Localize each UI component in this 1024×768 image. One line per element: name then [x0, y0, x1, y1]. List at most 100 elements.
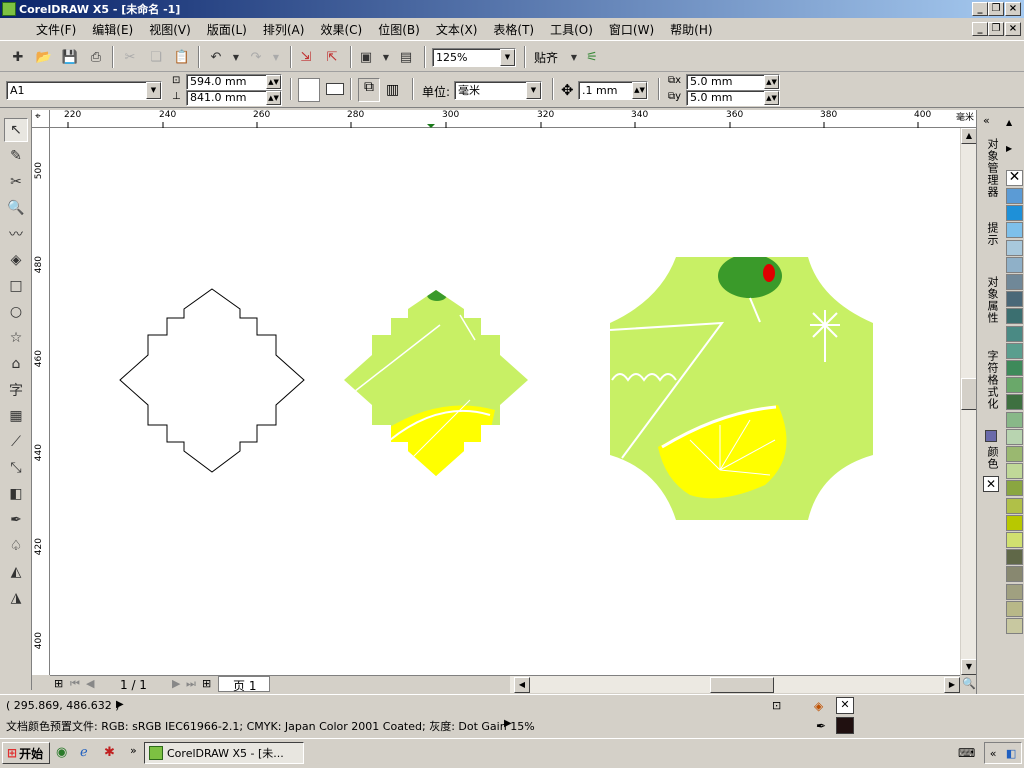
snap-to-button[interactable]: 贴齐 — [534, 49, 558, 66]
redo-icon[interactable]: ↷ — [246, 47, 266, 67]
color-swatch[interactable] — [1006, 394, 1023, 411]
cut-icon[interactable]: ✂ — [120, 47, 140, 67]
color-swatch[interactable] — [1006, 342, 1023, 359]
rectangle-tool-icon[interactable]: □ — [4, 274, 28, 298]
start-button[interactable]: ⊞ 开始 — [2, 742, 50, 764]
menu-help[interactable]: 帮助(H) — [662, 21, 720, 38]
freehand-tool-icon[interactable]: 〰 — [4, 222, 28, 246]
zoom-levels-combo[interactable]: 125% ▼ — [432, 48, 516, 67]
vertical-ruler[interactable]: 500 480 460 440 420 400 — [32, 128, 50, 675]
doc-restore-button[interactable]: ❐ — [988, 22, 1004, 36]
outline-color-swatch[interactable] — [836, 717, 854, 734]
import-icon[interactable]: ⇲ — [296, 47, 316, 67]
polygon-tool-icon[interactable]: ☆ — [4, 326, 28, 350]
menu-tools[interactable]: 工具(O) — [542, 21, 601, 38]
horizontal-scroll-thumb[interactable] — [710, 677, 774, 693]
menu-effects[interactable]: 效果(C) — [312, 21, 370, 38]
open-icon[interactable]: 📂 — [34, 47, 54, 67]
menu-file[interactable]: 文件(F) — [28, 21, 84, 38]
palette-menu-icon[interactable]: ▶ — [1006, 144, 1012, 153]
doc-close-button[interactable]: × — [1005, 22, 1021, 36]
color-swatch[interactable] — [1006, 463, 1023, 480]
coords-arrow-icon[interactable]: ▶ — [116, 699, 124, 710]
color-swatch[interactable] — [1006, 532, 1023, 548]
horizontal-scrollbar[interactable]: ◀ ▶ — [510, 675, 960, 693]
collapse-dockers-icon[interactable]: « — [983, 114, 990, 127]
menu-text[interactable]: 文本(X) — [428, 21, 486, 38]
color-swatch[interactable] — [1006, 411, 1023, 428]
basic-shapes-tool-icon[interactable]: ⌂ — [4, 352, 28, 376]
landscape-button[interactable] — [326, 83, 344, 95]
docker-tab-hints[interactable]: 提示 — [980, 222, 1000, 270]
zoom-tool-icon[interactable]: 🔍 — [4, 196, 28, 220]
duplicate-y-field[interactable]: 5.0 mm ▲▼ — [686, 90, 780, 106]
table-tool-icon[interactable]: ▦ — [4, 404, 28, 428]
shape-tool-icon[interactable]: ✎ — [4, 144, 28, 168]
new-document-icon[interactable]: ✚ — [8, 47, 28, 67]
launcher-dropdown-icon[interactable]: ▼ — [376, 47, 396, 67]
color-swatch[interactable] — [1006, 291, 1023, 308]
color-swatch[interactable] — [1006, 308, 1023, 325]
crop-tool-icon[interactable]: ✂ — [4, 170, 28, 194]
nudge-distance-field[interactable]: .1 mm ▲▼ — [578, 81, 648, 100]
palette-scroll-up-icon[interactable]: ▲ — [1006, 118, 1012, 127]
welcome-screen-icon[interactable]: ▤ — [396, 47, 416, 67]
taskbar-coreldraw-item[interactable]: CorelDRAW X5 - [未... — [144, 742, 304, 764]
ie-icon[interactable]: ℯ — [80, 745, 88, 760]
scroll-down-icon[interactable]: ▼ — [961, 659, 977, 675]
menu-arrange[interactable]: 排列(A) — [255, 21, 313, 38]
no-color-swatch[interactable]: ✕ — [1006, 170, 1023, 186]
close-docker-icon[interactable]: ✕ — [983, 476, 999, 492]
tray-expand-icon[interactable]: « — [990, 747, 997, 760]
outline-tool-icon[interactable]: ♤ — [4, 534, 28, 558]
horizontal-ruler[interactable]: 220 240 260 280 300 320 340 360 380 400 … — [50, 110, 976, 128]
chevron-down-icon[interactable]: ▼ — [526, 82, 541, 99]
undo-icon[interactable]: ↶ — [206, 47, 226, 67]
close-button[interactable]: × — [1005, 2, 1021, 16]
color-swatch[interactable] — [1006, 274, 1023, 290]
save-icon[interactable]: 💾 — [60, 47, 80, 67]
color-swatch[interactable] — [1006, 377, 1023, 394]
dimension-tool-icon[interactable]: ⟋ — [4, 430, 28, 454]
app-icon[interactable]: ✱ — [104, 745, 115, 760]
color-swatch[interactable] — [1006, 618, 1023, 634]
docker-tab-object-manager[interactable]: 对象管理器 — [980, 138, 1000, 218]
doc-minimize-button[interactable]: _ — [972, 22, 988, 36]
page-width-field[interactable]: 594.0 mm ▲▼ — [186, 74, 282, 90]
snap-dropdown-icon[interactable]: ▼ — [564, 47, 584, 67]
color-swatch[interactable] — [1006, 205, 1023, 222]
undo-dropdown-icon[interactable]: ▼ — [226, 47, 246, 67]
text-tool-icon[interactable]: 字 — [4, 378, 28, 402]
page-tab[interactable]: 页 1 — [218, 676, 270, 693]
scroll-right-icon[interactable]: ▶ — [944, 677, 960, 693]
connector-tool-icon[interactable]: ⤡ — [4, 456, 28, 480]
menu-edit[interactable]: 编辑(E) — [84, 21, 141, 38]
redo-dropdown-icon[interactable]: ▼ — [266, 47, 286, 67]
eyedropper-tool-icon[interactable]: ✒ — [4, 508, 28, 532]
color-swatch[interactable] — [1006, 360, 1023, 376]
first-page-icon[interactable]: ⏮ — [70, 677, 80, 691]
application-launcher-icon[interactable]: ▣ — [356, 47, 376, 67]
docker-tab-color[interactable]: 颜色 — [980, 446, 1000, 476]
docker-tab-character-formatting[interactable]: 字符格式化 — [980, 350, 1000, 424]
nudge-spin-icon[interactable]: ▲▼ — [632, 82, 647, 99]
drawing-canvas[interactable] — [50, 128, 960, 675]
smart-fill-tool-icon[interactable]: ◈ — [4, 248, 28, 272]
menu-layout[interactable]: 版面(L) — [199, 21, 255, 38]
ellipse-tool-icon[interactable]: ○ — [4, 300, 28, 324]
copy-icon[interactable]: ❏ — [146, 47, 166, 67]
menu-bitmaps[interactable]: 位图(B) — [370, 21, 428, 38]
profile-arrow-icon[interactable]: ▶ — [504, 718, 512, 729]
chevron-down-icon[interactable]: ▼ — [146, 82, 161, 99]
color-swatch[interactable] — [1006, 239, 1023, 256]
chevron-down-icon[interactable]: ▼ — [500, 49, 515, 66]
color-swatch[interactable] — [1006, 549, 1023, 566]
pick-tool-icon[interactable]: ↖ — [4, 118, 28, 142]
zoom-navigator-icon[interactable]: 🔍 — [962, 677, 976, 690]
docker-tab-object-properties[interactable]: 对象属性 — [980, 276, 1000, 346]
add-page-before-icon[interactable]: ⊞ — [54, 677, 63, 690]
height-spin-icon[interactable]: ▲▼ — [266, 91, 281, 105]
color-swatch[interactable] — [1006, 497, 1023, 514]
paste-icon[interactable]: 📋 — [172, 47, 192, 67]
color-swatch[interactable] — [1006, 446, 1023, 462]
